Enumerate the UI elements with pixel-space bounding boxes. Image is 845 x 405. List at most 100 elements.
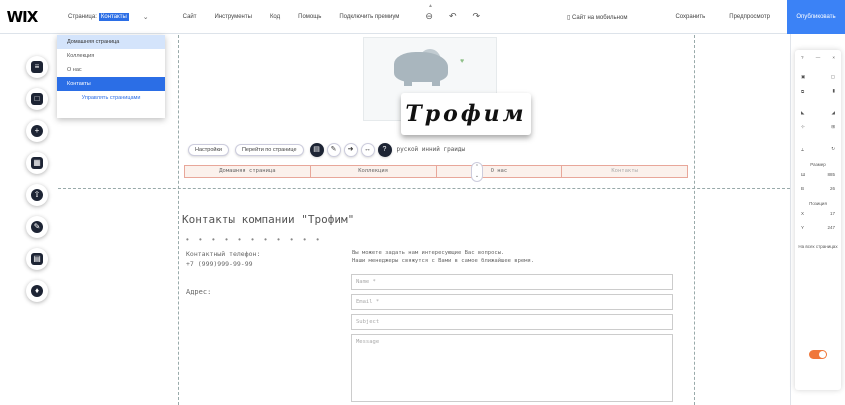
editor-canvas[interactable]: ♥ Трофим Настройки Перейти по странице ▤… (58, 35, 790, 405)
subject-field[interactable]: Subject (351, 314, 673, 330)
all-pages-label: На всех страницах (798, 244, 838, 249)
nav-item-about[interactable]: О нас (437, 166, 563, 177)
dropdown-item-collection[interactable]: Коллекция (57, 49, 165, 63)
divider-dots: • • • • • • • • • • • (186, 235, 324, 244)
apps-button[interactable]: ▦ (26, 152, 48, 174)
elephant-leg (432, 76, 440, 86)
nav-item-contacts[interactable]: Контакты (562, 166, 687, 177)
width-value[interactable]: 885 (827, 172, 835, 177)
collapse-arrow-icon[interactable]: ▲ (428, 3, 433, 9)
pages-icon: ≡ (31, 61, 43, 73)
all-pages-toggle[interactable] (809, 350, 827, 359)
align-right-icon[interactable]: ◢ (832, 110, 835, 116)
nav-item-home[interactable]: Домашняя страница (185, 166, 311, 177)
stretch-icon[interactable]: ↔ (360, 142, 375, 157)
goto-page-button[interactable]: Перейти по странице (234, 143, 304, 156)
menu-upgrade[interactable]: Подключить премиум (339, 14, 399, 20)
chat-icon: ✎ (31, 221, 43, 233)
preview-button[interactable]: Предпросмотр (729, 14, 770, 20)
right-panel: ? — × ▣ ▢ ⧉ ▮ ◣ ◢ ⊹ ⊞ ⟂ ↻ Размер Ш 885 В… (790, 34, 845, 405)
edit-icon[interactable]: ✎ (326, 142, 341, 157)
left-toolbar: ≡ □ + ▦ ⇧ ✎ ▤ ♦ (0, 34, 58, 405)
delete-icon[interactable]: ▮ (833, 88, 835, 94)
current-page-name[interactable]: Контакты (98, 12, 129, 21)
address-label: Адрес: (186, 288, 212, 296)
pen-button[interactable]: ♦ (26, 280, 48, 302)
heart-icon: ♥ (460, 58, 465, 65)
y-value[interactable]: 247 (827, 225, 835, 230)
x-value[interactable]: 17 (830, 211, 835, 216)
background-button[interactable]: □ (26, 88, 48, 110)
message-field[interactable]: Message (351, 334, 673, 402)
animation-icon[interactable]: ➜ (343, 142, 358, 157)
name-field[interactable]: Name * (351, 274, 673, 290)
menu-site[interactable]: Сайт (183, 14, 197, 20)
dropdown-item-about[interactable]: О нас (57, 63, 165, 77)
close-icon[interactable]: × (832, 55, 835, 60)
mobile-view-button[interactable]: ▯ Сайт на мобильном (567, 14, 651, 21)
email-field[interactable]: Email * (351, 294, 673, 310)
bookings-button[interactable]: ▤ (26, 248, 48, 270)
pages-menu-button[interactable]: ≡ (26, 56, 48, 78)
arrange-front-icon[interactable]: ▣ (801, 74, 805, 80)
redo-icon[interactable]: ↷ (472, 11, 480, 22)
dropdown-item-contacts[interactable]: Контакты (57, 77, 165, 91)
menu-help[interactable]: Помощь (298, 14, 321, 20)
pages-dropdown: Домашняя страница Коллекция О нас Контак… (57, 35, 165, 118)
top-menu: Сайт Инструменты Код Помощь Подключить п… (183, 14, 418, 20)
height-value[interactable]: 26 (830, 186, 835, 191)
page-selector-label: Страница: (68, 13, 97, 20)
help-icon[interactable]: ? (377, 142, 392, 157)
elephant-leg (404, 76, 412, 86)
align-left-icon[interactable]: ◣ (801, 110, 804, 116)
settings-button[interactable]: Настройки (188, 143, 229, 156)
context-trailing-text: руской инний граиды (396, 146, 466, 153)
manage-pages-link[interactable]: Управлять страницами (57, 91, 165, 105)
menu-code[interactable]: Код (270, 14, 280, 20)
y-label: Y (801, 224, 805, 230)
cloud-upload-icon: ⇧ (31, 189, 43, 201)
height-label: В (801, 185, 805, 191)
publish-button[interactable]: Опубликовать (787, 0, 845, 34)
match-size-icon[interactable]: ⊞ (831, 124, 835, 130)
x-label: X (801, 210, 805, 216)
zoom-icon[interactable]: ⊖ (425, 11, 433, 22)
mobile-view-label: Сайт на мобильном (571, 14, 628, 21)
add-button[interactable]: + (26, 120, 48, 142)
form-intro: Вы можете задать нам интересующие Вас во… (352, 249, 534, 265)
align-tools-row: ◣ ◢ (795, 106, 841, 120)
context-toolbar: Настройки Перейти по странице ▤ ✎ ➜ ↔ ? … (188, 141, 465, 158)
layers-icon[interactable]: ▤ (309, 142, 324, 157)
menu-tools[interactable]: Инструменты (215, 14, 252, 20)
minimize-icon[interactable]: — (816, 55, 821, 60)
pen-nib-icon: ♦ (31, 285, 43, 297)
blog-button[interactable]: ✎ (26, 216, 48, 238)
site-nav-menu[interactable]: Домашняя страница Коллекция О нас Контак… (184, 165, 688, 178)
dropdown-item-home[interactable]: Домашняя страница (57, 35, 165, 49)
panel-header: ? — × (795, 50, 841, 64)
drag-handle-icon[interactable]: ⌃ ⌄ (471, 162, 483, 182)
page-selector[interactable]: Страница: Контакты (68, 12, 129, 21)
y-row: Y 247 (795, 220, 841, 234)
help-icon[interactable]: ? (801, 55, 804, 60)
toolbar-tools: ⊖ ↶ ↷ (425, 11, 496, 22)
nav-item-collection[interactable]: Коллекция (311, 166, 437, 177)
copy-icon[interactable]: ⧉ (801, 89, 804, 94)
background-icon: □ (31, 93, 43, 105)
intro-line-2: Наши менеджеры свяжутся с Вами в самое б… (352, 258, 535, 264)
inspector-panel: ? — × ▣ ▢ ⧉ ▮ ◣ ◢ ⊹ ⊞ ⟂ ↻ Размер Ш 885 В… (795, 50, 841, 390)
wix-logo[interactable]: WIX (0, 8, 44, 26)
width-label: Ш (801, 171, 806, 177)
distribute-row: ⊹ ⊞ (795, 120, 841, 134)
distribute-icon[interactable]: ⊹ (801, 124, 805, 130)
upload-button[interactable]: ⇧ (26, 184, 48, 206)
undo-icon[interactable]: ↶ (449, 11, 457, 22)
lock-row: ⟂ ↻ (795, 142, 841, 156)
calendar-icon: ▤ (31, 253, 43, 265)
site-title[interactable]: Трофим (401, 93, 531, 135)
stretch-icon[interactable]: ⟂ (801, 147, 804, 152)
save-button[interactable]: Сохранить (675, 14, 705, 20)
rotate-icon[interactable]: ↻ (831, 146, 835, 152)
chevron-down-icon[interactable]: ⌄ (143, 13, 149, 21)
arrange-back-icon[interactable]: ▢ (831, 74, 835, 80)
